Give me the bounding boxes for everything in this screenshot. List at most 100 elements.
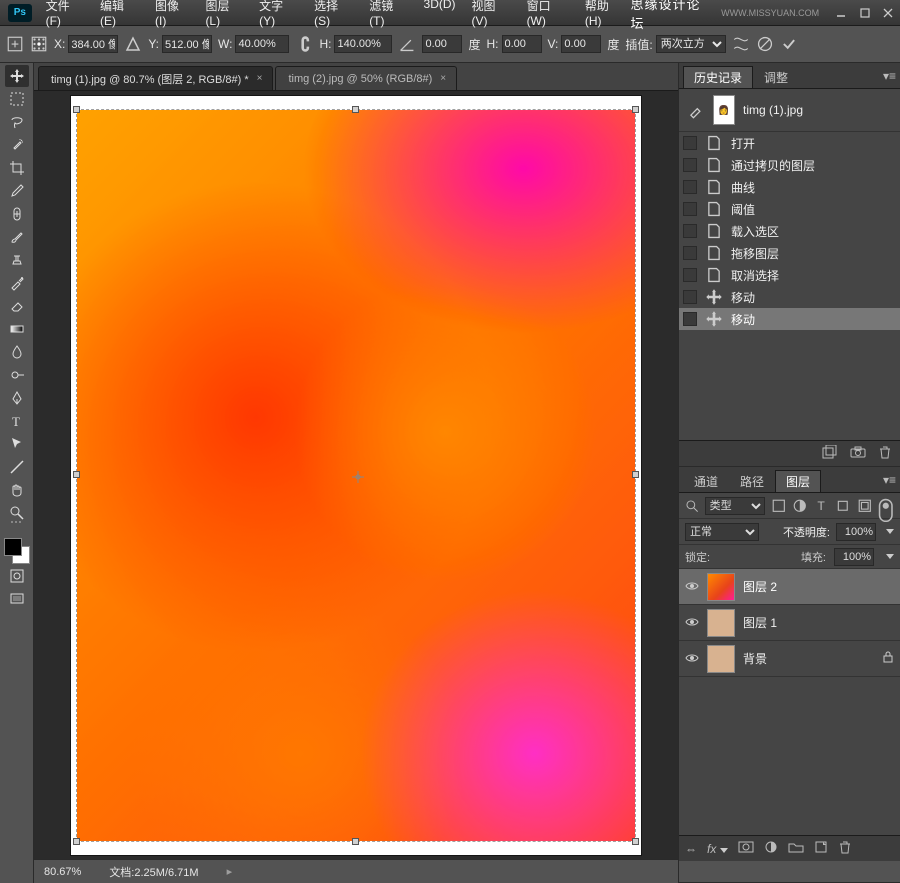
history-state-toggle[interactable] [683, 246, 697, 260]
menu-window[interactable]: 窗口(W) [521, 0, 575, 30]
filter-smart-icon[interactable] [857, 498, 873, 514]
canvas[interactable] [71, 96, 641, 855]
color-swatches[interactable] [4, 538, 30, 564]
transform-handle[interactable] [352, 838, 359, 845]
menu-help[interactable]: 帮助(H) [579, 0, 631, 30]
filter-pixel-icon[interactable] [771, 498, 787, 514]
commit-transform-icon[interactable] [780, 35, 798, 53]
pen-tool[interactable] [5, 387, 29, 409]
tab-paths[interactable]: 路径 [729, 470, 775, 492]
tab-adjustments[interactable]: 调整 [753, 66, 799, 88]
layer-row[interactable]: 图层 2 [679, 569, 900, 605]
eraser-tool[interactable] [5, 295, 29, 317]
delete-state-icon[interactable] [878, 445, 892, 462]
chevron-down-icon[interactable] [886, 554, 894, 559]
layer-filter-type[interactable]: 类型 [705, 497, 765, 515]
transform-handle[interactable] [352, 106, 359, 113]
filter-toggle-icon[interactable] [878, 498, 894, 514]
hand-tool[interactable] [5, 479, 29, 501]
maximize-button[interactable] [853, 5, 877, 21]
zoom-level[interactable]: 80.67% [44, 866, 81, 878]
menu-layer[interactable]: 图层(L) [199, 0, 249, 30]
path-selection-tool[interactable] [5, 433, 29, 455]
layer-row[interactable]: 背景 [679, 641, 900, 677]
menu-select[interactable]: 选择(S) [308, 0, 359, 30]
new-layer-icon[interactable] [814, 840, 828, 857]
history-item[interactable]: 取消选择 [679, 264, 900, 286]
history-item[interactable]: 移动 [679, 286, 900, 308]
menu-file[interactable]: 文件(F) [40, 0, 90, 30]
visibility-toggle-icon[interactable] [685, 580, 699, 594]
h-input[interactable] [334, 35, 392, 53]
link-layers-icon[interactable]: ⇔ [685, 842, 697, 856]
history-item[interactable]: 曲线 [679, 176, 900, 198]
visibility-toggle-icon[interactable] [685, 616, 699, 630]
brush-tool[interactable] [5, 226, 29, 248]
transform-bounding-box[interactable] [77, 110, 635, 841]
history-item[interactable]: 载入选区 [679, 220, 900, 242]
layer-thumbnail[interactable] [707, 573, 735, 601]
move-tool[interactable] [5, 65, 29, 87]
close-button[interactable] [876, 5, 900, 21]
tab-history[interactable]: 历史记录 [683, 66, 753, 88]
history-item[interactable]: 移动 [679, 308, 900, 330]
line-tool[interactable] [5, 456, 29, 478]
foreground-color-swatch[interactable] [4, 538, 22, 556]
close-icon[interactable]: × [440, 73, 446, 84]
transform-handle[interactable] [632, 106, 639, 113]
transform-handle[interactable] [73, 838, 80, 845]
quick-mask-icon[interactable] [5, 565, 29, 587]
transform-handle[interactable] [73, 471, 80, 478]
history-state-toggle[interactable] [683, 290, 697, 304]
filter-shape-icon[interactable] [835, 498, 851, 514]
layer-name[interactable]: 图层 1 [743, 614, 777, 631]
layer-mask-icon[interactable] [738, 841, 754, 856]
history-state-toggle[interactable] [683, 202, 697, 216]
tab-layers[interactable]: 图层 [775, 470, 821, 492]
warp-icon[interactable] [732, 35, 750, 53]
chevron-down-icon[interactable] [886, 529, 894, 534]
transform-handle[interactable] [632, 838, 639, 845]
transform-handle[interactable] [73, 106, 80, 113]
doc-size[interactable]: 文档:2.25M/6.71M [109, 864, 198, 880]
history-item[interactable]: 打开 [679, 132, 900, 154]
vskew-input[interactable] [561, 35, 601, 53]
visibility-toggle-icon[interactable] [685, 652, 699, 666]
interp-select[interactable]: 两次立方 [656, 35, 726, 53]
delete-layer-icon[interactable] [838, 840, 852, 857]
history-state-toggle[interactable] [683, 136, 697, 150]
layer-style-icon[interactable]: fx [707, 842, 728, 856]
reference-point-icon[interactable] [30, 35, 48, 53]
lasso-tool[interactable] [5, 111, 29, 133]
history-brush-source-icon[interactable] [687, 101, 705, 119]
layer-thumbnail[interactable] [707, 609, 735, 637]
layer-row[interactable]: 图层 1 [679, 605, 900, 641]
crop-tool[interactable] [5, 157, 29, 179]
marquee-tool[interactable] [5, 88, 29, 110]
layer-thumbnail[interactable] [707, 645, 735, 673]
blur-tool[interactable] [5, 341, 29, 363]
w-input[interactable] [235, 35, 289, 53]
fill-input[interactable] [834, 548, 874, 566]
history-item[interactable]: 通过拷贝的图层 [679, 154, 900, 176]
history-state-toggle[interactable] [683, 268, 697, 282]
layer-name[interactable]: 背景 [743, 650, 767, 667]
history-item[interactable]: 拖移图层 [679, 242, 900, 264]
history-state-toggle[interactable] [683, 312, 697, 326]
history-source[interactable]: 👩 timg (1).jpg [679, 89, 900, 132]
history-state-toggle[interactable] [683, 158, 697, 172]
menu-filter[interactable]: 滤镜(T) [363, 0, 413, 30]
transform-center-icon[interactable] [352, 471, 359, 478]
document-tab-1[interactable]: timg (1).jpg @ 80.7% (图层 2, RGB/8#) * × [38, 66, 273, 90]
history-state-toggle[interactable] [683, 180, 697, 194]
menu-3d[interactable]: 3D(D) [418, 0, 462, 30]
tab-channels[interactable]: 通道 [683, 470, 729, 492]
opacity-input[interactable] [836, 523, 876, 541]
magic-wand-tool[interactable] [5, 134, 29, 156]
new-group-icon[interactable] [788, 841, 804, 856]
menu-type[interactable]: 文字(Y) [253, 0, 304, 30]
gradient-tool[interactable] [5, 318, 29, 340]
document-tab-2[interactable]: timg (2).jpg @ 50% (RGB/8#) × [275, 66, 457, 90]
y-input[interactable] [162, 35, 212, 53]
cancel-transform-icon[interactable] [756, 35, 774, 53]
